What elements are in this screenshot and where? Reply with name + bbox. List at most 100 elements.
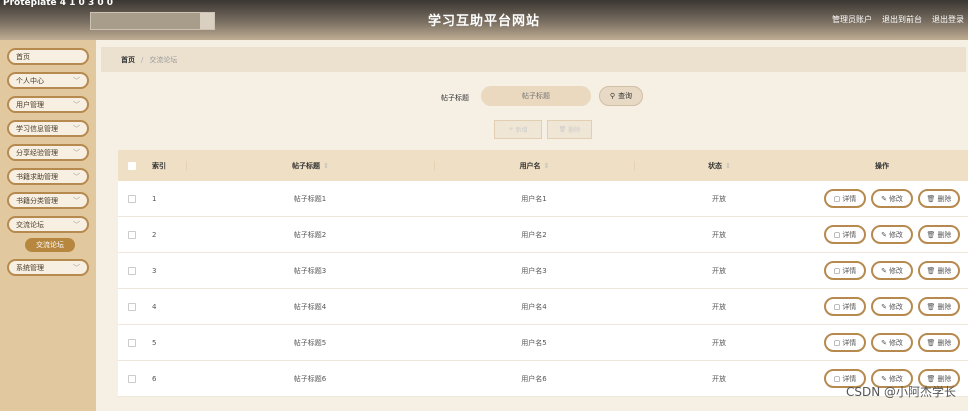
edit-button[interactable]: ✎ 修改 [871,297,913,316]
header-operations: 操作 [875,161,889,170]
sidebar-item-label: 书籍分类管理 [16,196,58,205]
row-checkbox[interactable] [128,338,136,347]
row-checkbox[interactable] [128,266,136,275]
cell-username: 用户名6 [521,374,547,383]
forum-table: 索引 帖子标题 ⇕ 用户名 ⇕ 状态 ⇕ 操作 1 帖子标题1 用户名1 开放 ▢ 详情 ✎ 修改 🗑… [118,150,968,397]
title-search-input[interactable] [481,86,591,106]
batch-delete-button[interactable]: 🗑 删除 [547,120,592,139]
sidebar-item-study-info[interactable]: 学习信息管理 ﹀ [7,120,89,137]
edit-icon: ✎ [881,374,887,383]
cell-username: 用户名4 [521,302,547,311]
edit-button[interactable]: ✎ 修改 [871,261,913,280]
cell-status: 开放 [712,302,726,311]
top-links: 管理员账户 退出到前台 退出登录 [832,14,964,25]
sidebar-subitem-forum[interactable]: 交流论坛 [25,238,75,252]
cell-index: 3 [152,266,157,275]
query-button-label: 查询 [618,92,633,100]
cell-index: 1 [152,194,157,203]
cell-index: 6 [152,374,157,383]
header-status[interactable]: 状态 ⇕ [634,160,804,171]
detail-button[interactable]: ▢ 详情 [824,297,866,316]
chevron-down-icon: ﹀ [73,76,80,85]
trash-icon: 🗑 [926,338,936,347]
chevron-down-icon: ﹀ [73,124,80,133]
logout-link[interactable]: 退出登录 [932,14,964,25]
search-icon: ⚲ [609,92,616,100]
cell-title: 帖子标题1 [293,194,327,203]
row-checkbox[interactable] [128,374,136,383]
plus-icon: + [508,126,514,133]
sidebar-item-home[interactable]: 首页 [7,48,89,65]
sidebar-item-personal-center[interactable]: 个人中心 ﹀ [7,72,89,89]
row-checkbox[interactable] [128,194,136,203]
cell-operations: ▢ 详情 ✎ 修改 🗑 删除 [804,225,968,244]
logo-text: Proteplate 4 1 0 3 0 0 [3,0,114,8]
breadcrumb: 首页 / 交流论坛 [101,47,966,72]
batch-delete-label: 删除 [568,127,581,134]
detail-button[interactable]: ▢ 详情 [824,189,866,208]
table-row: 5 帖子标题5 用户名5 开放 ▢ 详情 ✎ 修改 🗑 删除 [118,325,968,361]
chevron-down-icon: ﹀ [73,220,80,229]
table-row: 3 帖子标题3 用户名3 开放 ▢ 详情 ✎ 修改 🗑 删除 [118,253,968,289]
sidebar-item-label: 分享经验管理 [16,148,58,157]
cell-operations: ▢ 详情 ✎ 修改 🗑 删除 [804,297,968,316]
detail-icon: ▢ [833,338,841,347]
cell-username: 用户名2 [521,230,547,239]
row-checkbox[interactable] [128,230,136,239]
header-username[interactable]: 用户名 ⇕ [434,160,634,171]
sort-icon: ⇕ [725,161,731,170]
cell-username: 用户名3 [521,266,547,275]
sidebar-item-label: 用户管理 [16,100,44,109]
cell-title: 帖子标题3 [293,266,327,275]
edit-icon: ✎ [881,338,887,347]
table-row: 1 帖子标题1 用户名1 开放 ▢ 详情 ✎ 修改 🗑 删除 [118,181,968,217]
cell-title: 帖子标题5 [293,338,327,347]
delete-button[interactable]: 🗑 删除 [918,261,960,280]
cell-index: 2 [152,230,157,239]
header-index: 索引 [152,161,166,170]
trash-icon: 🗑 [926,302,936,311]
cell-title: 帖子标题4 [293,302,327,311]
sidebar-item-share-experience[interactable]: 分享经验管理 ﹀ [7,144,89,161]
detail-button[interactable]: ▢ 详情 [824,333,866,352]
delete-button[interactable]: 🗑 删除 [918,225,960,244]
delete-button[interactable]: 🗑 删除 [918,297,960,316]
delete-button[interactable]: 🗑 删除 [918,333,960,352]
chevron-down-icon: ﹀ [73,196,80,205]
site-title: 学习互助平台网站 [427,14,540,29]
detail-icon: ▢ [833,266,841,275]
top-header: Proteplate 4 1 0 3 0 0 学习互助平台网站 管理员账户 退出… [0,0,968,40]
admin-account-link[interactable]: 管理员账户 [832,14,872,25]
cell-status: 开放 [712,338,726,347]
chevron-down-icon: ﹀ [73,263,80,272]
detail-icon: ▢ [833,302,841,311]
trash-icon: 🗑 [926,266,936,275]
detail-button[interactable]: ▢ 详情 [824,225,866,244]
query-button[interactable]: ⚲ 查询 [599,86,643,106]
sidebar-item-label: 书籍求助管理 [16,172,58,181]
sidebar-item-label: 首页 [16,52,30,61]
cell-operations: ▢ 详情 ✎ 修改 🗑 删除 [804,261,968,280]
sidebar-item-system[interactable]: 系统管理 ﹀ [7,259,89,276]
breadcrumb-home[interactable]: 首页 [121,55,135,65]
table-body: 1 帖子标题1 用户名1 开放 ▢ 详情 ✎ 修改 🗑 删除 2 帖子标题2 用户名2 开放 ▢ 详情 ✎ 修改 🗑… [118,181,968,397]
edit-button[interactable]: ✎ 修改 [871,333,913,352]
edit-icon: ✎ [881,266,887,275]
row-checkbox[interactable] [128,302,136,311]
sidebar-item-book-category[interactable]: 书籍分类管理 ﹀ [7,192,89,209]
add-button[interactable]: + 新增 [494,120,542,139]
edit-button[interactable]: ✎ 修改 [871,189,913,208]
to-frontend-link[interactable]: 退出到前台 [882,14,922,25]
sidebar-item-user-management[interactable]: 用户管理 ﹀ [7,96,89,113]
add-button-label: 新增 [515,127,528,134]
delete-button[interactable]: 🗑 删除 [918,189,960,208]
detail-button[interactable]: ▢ 详情 [824,261,866,280]
watermark: CSDN @小阿杰学长 [845,385,956,399]
select-all-checkbox[interactable] [128,161,136,170]
header-title[interactable]: 帖子标题 ⇕ [186,160,434,171]
sort-icon: ⇕ [543,161,550,170]
sidebar-item-forum[interactable]: 交流论坛 ﹀ [7,216,89,233]
sidebar-item-book-help[interactable]: 书籍求助管理 ﹀ [7,168,89,185]
table-row: 4 帖子标题4 用户名4 开放 ▢ 详情 ✎ 修改 🗑 删除 [118,289,968,325]
edit-button[interactable]: ✎ 修改 [871,225,913,244]
